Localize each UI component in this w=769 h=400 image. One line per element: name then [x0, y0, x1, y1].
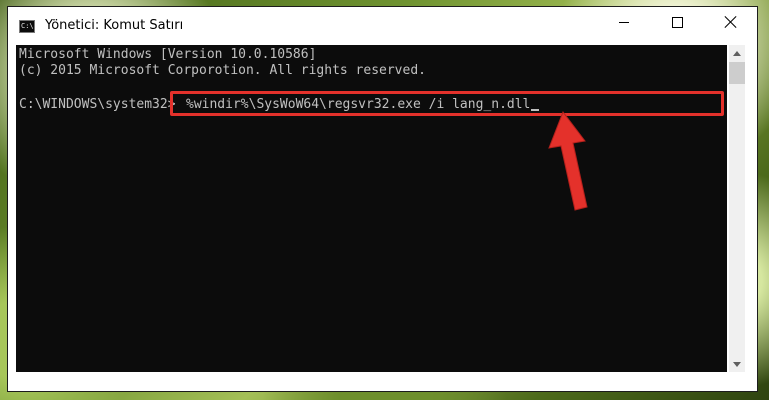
- scrollbar-thumb[interactable]: [729, 62, 745, 84]
- close-icon: [725, 16, 737, 28]
- close-button[interactable]: [708, 7, 754, 37]
- scroll-up-button[interactable]: [729, 45, 745, 61]
- vertical-scrollbar[interactable]: [729, 45, 745, 372]
- maximize-icon: [671, 16, 683, 28]
- minimize-icon: [619, 21, 629, 23]
- chevron-up-icon: [733, 50, 741, 56]
- red-arrow-icon: [548, 110, 588, 211]
- console-prompt: C:\WINDOWS\system32>: [19, 97, 176, 112]
- chevron-down-icon: [733, 361, 741, 367]
- command-highlight-box: [170, 91, 724, 116]
- title-bar[interactable]: C:\ Yönetici: Komut Satırı: [8, 7, 757, 45]
- minimize-button[interactable]: [601, 7, 647, 37]
- cmd-icon: C:\: [19, 20, 35, 33]
- command-prompt-window: C:\ Yönetici: Komut Satırı Microsoft Win…: [7, 6, 758, 392]
- console-line: Microsoft Windows [Version 10.0.10586]: [19, 47, 317, 62]
- console-line: (c) 2015 Microsoft Corporotion. All righ…: [19, 63, 426, 78]
- scroll-down-button[interactable]: [729, 356, 745, 372]
- window-title: Yönetici: Komut Satırı: [45, 18, 184, 33]
- maximize-button[interactable]: [654, 7, 700, 37]
